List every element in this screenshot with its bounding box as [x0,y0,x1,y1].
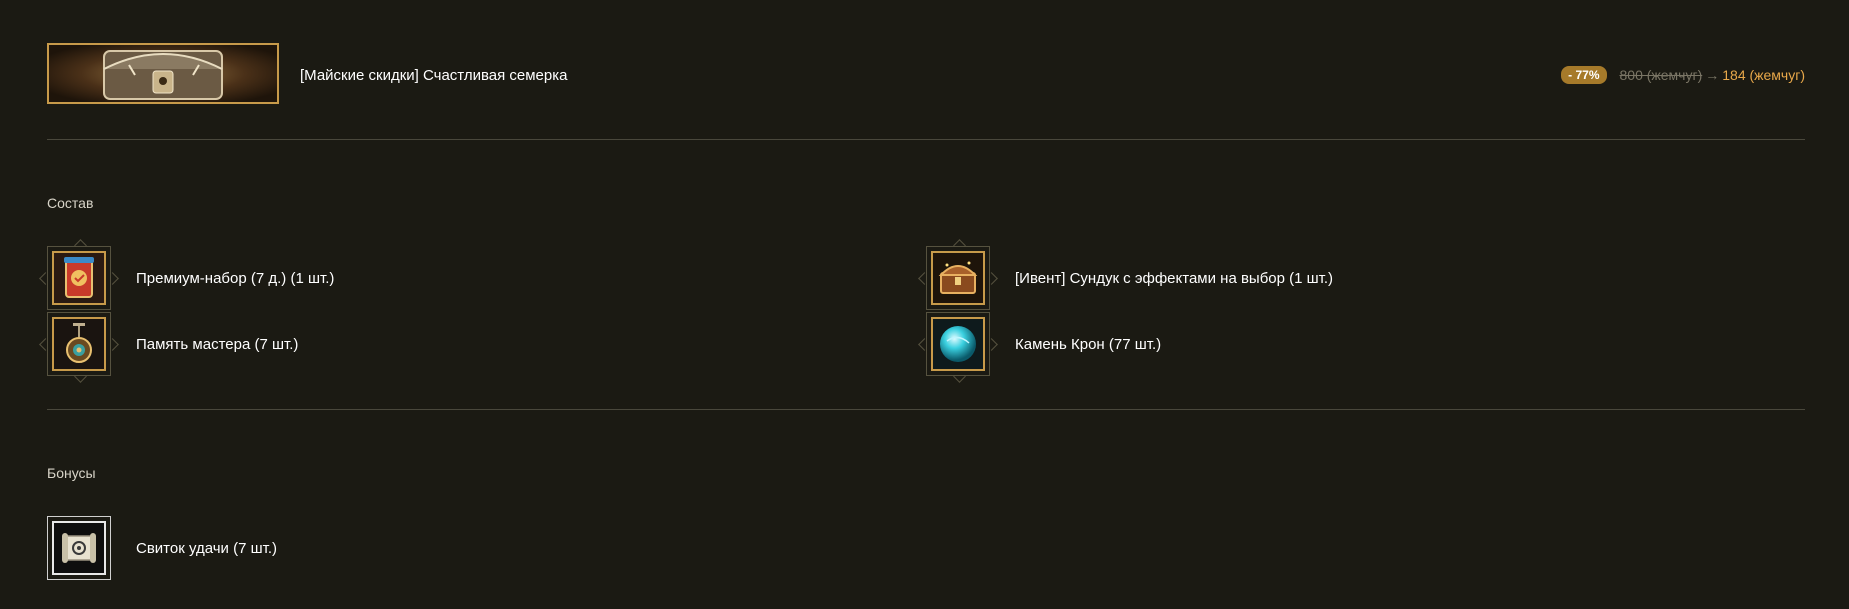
composition-item-premium[interactable]: Премиум-набор (7 д.) (1 шт.) [39,239,335,310]
item-frame [39,239,119,310]
composition-title: Состав [47,195,94,211]
item-frame [47,516,111,580]
frame-ornament [953,239,966,252]
item-frame [39,312,119,383]
item-label: Премиум-набор (7 д.) (1 шт.) [136,269,335,287]
frame-ornament [74,239,87,252]
frame-ornament [39,338,52,351]
discount-badge: - 77% [1561,66,1607,84]
item-frame [918,239,998,310]
composition-item-master-memory[interactable]: Память мастера (7 шт.) [39,312,299,383]
product-header: [Майские скидки] Счастливая семерка - 77… [47,43,1805,107]
product-title: [Майские скидки] Счастливая семерка [300,67,568,84]
item-label: Память мастера (7 шт.) [136,335,299,353]
divider [47,409,1805,410]
frame-ornament [39,272,52,285]
bonus-item-luck-scroll[interactable]: Свиток удачи (7 шт.) [47,516,277,580]
frame-ornament [106,272,119,285]
chest-icon [931,251,985,305]
treasure-chest-banner [47,43,279,104]
divider [47,139,1805,140]
price-block: - 77% 800 (жемчуг) → 184 (жемчуг) [1561,66,1805,84]
crystal-orb-icon [931,317,985,371]
frame-ornament [74,370,87,383]
price-arrow: → [1705,67,1720,83]
bonuses-title: Бонусы [47,465,96,481]
item-label: [Ивент] Сундук с эффектами на выбор (1 ш… [1015,269,1334,287]
frame-ornament [953,370,966,383]
premium-pack-icon [52,251,106,305]
scroll-icon [52,521,106,575]
new-price: 184 (жемчуг) [1722,67,1805,83]
item-label: Свиток удачи (7 шт.) [136,539,277,557]
composition-item-event-chest[interactable]: [Ивент] Сундук с эффектами на выбор (1 ш… [918,239,1334,310]
frame-ornament [918,272,931,285]
master-memory-icon [52,317,106,371]
frame-ornament [106,338,119,351]
item-label: Камень Крон (77 шт.) [1015,335,1162,353]
old-price: 800 (жемчуг) [1619,67,1703,83]
composition-item-kron-stone[interactable]: Камень Крон (77 шт.) [918,312,1162,383]
item-frame [918,312,998,383]
frame-ornament [985,272,998,285]
frame-ornament [918,338,931,351]
frame-ornament [985,338,998,351]
